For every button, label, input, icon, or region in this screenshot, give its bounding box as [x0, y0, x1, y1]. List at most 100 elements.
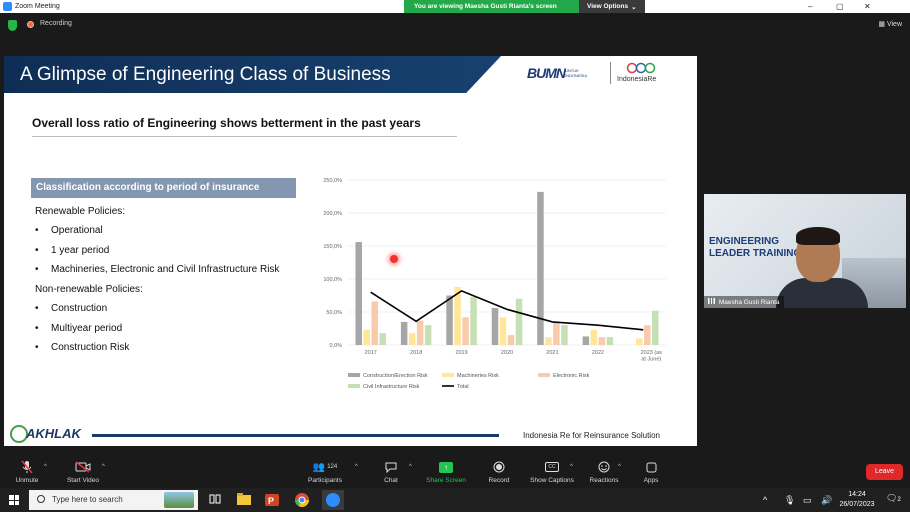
- chrome-icon[interactable]: [294, 492, 310, 508]
- x-tick-label: 2017: [365, 350, 377, 356]
- bar: [545, 337, 552, 345]
- unmute-button[interactable]: Unmute: [12, 455, 42, 488]
- bar: [507, 335, 515, 345]
- reactions-label: Reactions: [589, 477, 619, 484]
- bar: [499, 317, 507, 345]
- notifications-icon[interactable]: 🗨2: [886, 493, 901, 504]
- participants-count: 124: [327, 464, 338, 470]
- bar: [371, 301, 378, 345]
- apps-label: Apps: [643, 477, 659, 484]
- audio-options-caret-icon[interactable]: ^: [44, 464, 47, 470]
- speaker-name: Maesha Gusti Rianta: [718, 299, 780, 306]
- task-view-icon[interactable]: [208, 492, 224, 508]
- renewable-label: Renewable Policies:: [35, 206, 126, 217]
- classification-header: Classification according to period of in…: [36, 182, 260, 193]
- share-screen-button[interactable]: ↑ Share Screen: [424, 455, 468, 488]
- bar: [606, 337, 614, 345]
- participants-label: Participants: [308, 477, 342, 484]
- speaker-hair: [796, 227, 840, 245]
- video-options-caret-icon[interactable]: ^: [102, 464, 105, 470]
- microphone-tray-icon[interactable]: 🎙: [784, 495, 795, 506]
- chat-icon: [385, 459, 397, 475]
- meeting-toolbar: Unmute ^ Start Video ^ 👥 124 Participants…: [0, 455, 910, 488]
- speaker-video-tile[interactable]: ENGINEERING LEADER TRAINING Maesha Gusti…: [704, 194, 906, 308]
- legend-swatch: [348, 373, 360, 377]
- bar: [408, 333, 416, 345]
- total-line: [370, 289, 644, 331]
- y-tick-label: 150,0%: [323, 244, 342, 250]
- chat-caret-icon[interactable]: ^: [409, 464, 412, 470]
- leave-button[interactable]: Leave: [866, 464, 903, 480]
- bar: [491, 308, 499, 345]
- bar: [424, 325, 432, 345]
- bumn-logo: BUMN: [527, 65, 566, 81]
- akhlak-logo: AKHLAK: [26, 426, 81, 441]
- bar: [400, 321, 408, 345]
- slide-title: A Glimpse of Engineering Class of Busine…: [20, 64, 391, 85]
- x-tick-label: 2021: [546, 350, 558, 356]
- renewable-item: Operational: [51, 225, 103, 236]
- clock-date: 26/07/2023: [839, 501, 875, 508]
- svg-text:P: P: [268, 496, 274, 506]
- chat-label: Chat: [384, 477, 398, 484]
- bullet: •: [35, 225, 39, 236]
- bumn-logo-sub: UNTUK INDONESIA: [565, 68, 588, 78]
- file-explorer-icon[interactable]: [236, 492, 252, 508]
- laser-pointer: [390, 255, 398, 263]
- view-options-button[interactable]: View Options ⌄: [579, 0, 645, 13]
- participants-caret-icon[interactable]: ^: [355, 464, 358, 470]
- nonrenewable-label: Non-renewable Policies:: [35, 284, 143, 295]
- participants-button[interactable]: 👥 124 Participants: [305, 455, 345, 488]
- shield-icon[interactable]: [8, 20, 17, 31]
- chevron-down-icon: ⌄: [631, 3, 637, 11]
- bar: [636, 338, 643, 345]
- slide-subtitle: Overall loss ratio of Engineering shows …: [32, 116, 421, 130]
- bar: [561, 325, 568, 345]
- start-video-button[interactable]: Start Video: [63, 455, 103, 488]
- bar: [462, 317, 469, 345]
- footer-line: [92, 434, 499, 437]
- chat-button[interactable]: Chat: [378, 455, 404, 488]
- smiley-icon: [598, 459, 610, 475]
- bar: [644, 325, 651, 345]
- legend-label: Electronic Risk: [553, 373, 590, 379]
- reactions-caret-icon[interactable]: ^: [618, 464, 621, 470]
- bar: [590, 329, 598, 345]
- share-banner-text: You are viewing Maesha Gusti Rianta's sc…: [414, 3, 557, 10]
- view-button[interactable]: ▦ View: [878, 20, 902, 28]
- recording-label: Recording: [40, 20, 72, 27]
- bar: [537, 191, 544, 345]
- taskbar-search-input[interactable]: Type here to search: [29, 490, 198, 510]
- windows-start-icon[interactable]: [9, 495, 19, 505]
- maximize-button[interactable]: ▢: [836, 0, 844, 13]
- shared-slide: A Glimpse of Engineering Class of Busine…: [4, 56, 697, 446]
- clock[interactable]: 14:24 26/07/2023: [836, 490, 878, 510]
- minimize-button[interactable]: –: [808, 0, 812, 13]
- show-captions-button[interactable]: CC Show Captions: [527, 455, 577, 488]
- bar: [598, 337, 606, 345]
- bar: [515, 298, 523, 345]
- record-icon: [493, 459, 505, 475]
- speaker-icon[interactable]: 🔊: [821, 495, 832, 506]
- speaker-name-tag: Maesha Gusti Rianta: [704, 296, 784, 308]
- zoom-logo-icon: [3, 2, 12, 11]
- logo-divider: [610, 62, 611, 84]
- classification-header-box: Classification according to period of in…: [31, 178, 296, 198]
- battery-icon[interactable]: ▭: [803, 495, 812, 506]
- loss-ratio-chart: 250,0% 200,0% 150,0% 100,0% 50,0% 0,0% 2017 201…: [323, 178, 666, 390]
- record-button[interactable]: Record: [486, 455, 512, 488]
- close-button[interactable]: ✕: [864, 0, 871, 13]
- speaker-body: [776, 278, 868, 308]
- apps-button[interactable]: Apps: [640, 455, 662, 488]
- zoom-app-icon[interactable]: [322, 490, 344, 510]
- window-title: Zoom Meeting: [15, 3, 60, 10]
- captions-caret-icon[interactable]: ^: [570, 464, 573, 470]
- clock-time: 14:24: [848, 491, 866, 498]
- legend-label: Machineries Risk: [457, 373, 499, 379]
- powerpoint-icon[interactable]: P: [264, 492, 280, 508]
- chevron-up-icon[interactable]: ^: [763, 495, 767, 505]
- x-tick-label: 2022: [592, 350, 604, 356]
- recording-icon[interactable]: [27, 21, 34, 28]
- y-tick-label: 0,0%: [329, 343, 342, 349]
- reactions-button[interactable]: Reactions: [587, 455, 621, 488]
